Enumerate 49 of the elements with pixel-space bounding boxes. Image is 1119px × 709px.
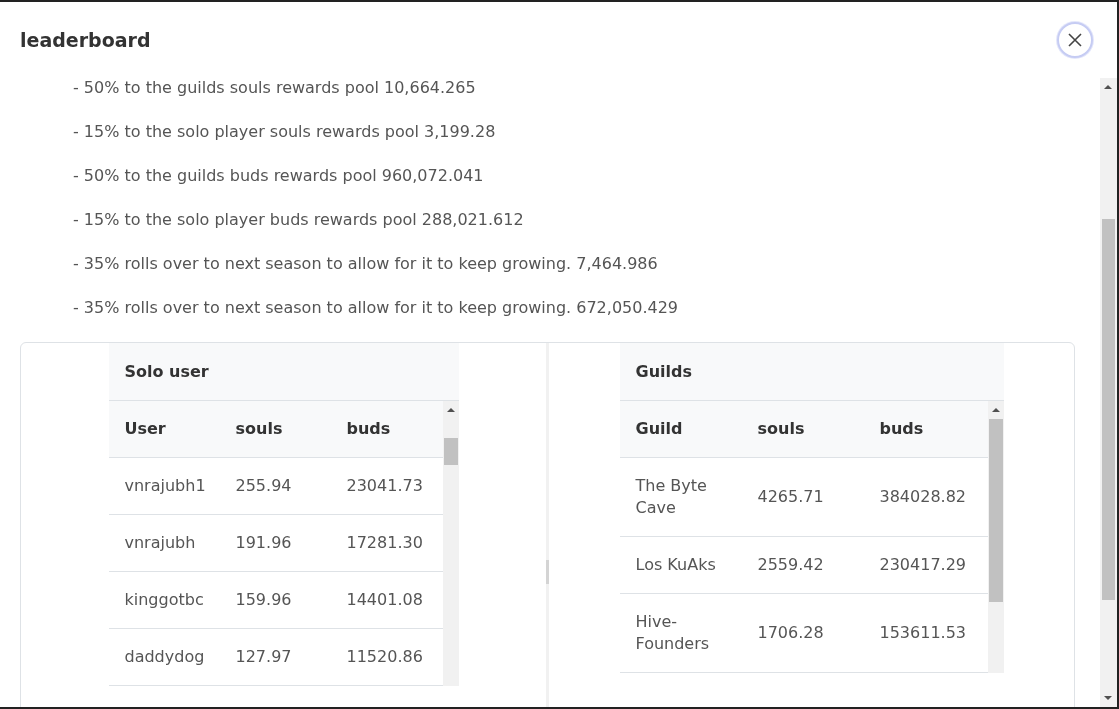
reward-line: - 50% to the guilds buds rewards pool 960,072.041 [73, 166, 484, 186]
column-header: buds [330, 401, 443, 457]
table-cell: kinggotbc [108, 571, 220, 628]
table-cell: 23041.73 [330, 457, 443, 514]
table-cell: 191.96 [219, 514, 331, 571]
table-cell: The Byte Cave [619, 457, 742, 536]
scrollbar-thumb[interactable] [1102, 219, 1115, 600]
scrollbar[interactable] [1100, 78, 1117, 707]
dialog-title: leaderboard [20, 29, 151, 51]
table-cell: 255.94 [219, 457, 331, 514]
column-header: souls [219, 401, 331, 457]
reward-line: - 15% to the solo player souls rewards pool 3,199.28 [73, 122, 496, 142]
scrollbar-thumb[interactable] [546, 560, 549, 584]
table-cell: vnrajubh1 [108, 457, 220, 514]
table-cell: 2559.42 [741, 536, 864, 593]
reward-line: - 35% rolls over to next season to allow for it to keep growing. 672,050.429 [73, 298, 679, 318]
table-cell: daddydog [108, 628, 220, 685]
table-cell: 17281.30 [330, 514, 443, 571]
table-cell: vnrajubh [108, 514, 220, 571]
table-cell: 4265.71 [741, 457, 864, 536]
scroll-down-arrow-icon[interactable] [1104, 696, 1112, 700]
table-title: Solo user [108, 343, 459, 401]
scrollbar[interactable] [987, 401, 1004, 673]
column-header: souls [741, 401, 864, 457]
column-header: buds [863, 401, 988, 457]
scroll-up-arrow-icon[interactable] [446, 408, 455, 412]
close-icon [1068, 33, 1082, 47]
scroll-up-arrow-icon[interactable] [1104, 85, 1112, 89]
table-cell: 159.96 [219, 571, 331, 628]
reward-line: - 50% to the guilds souls rewards pool 10,664.265 [73, 78, 476, 98]
column-header: User [108, 401, 220, 457]
reward-line: - 35% rolls over to next season to allow for it to keep growing. 7,464.986 [73, 254, 658, 274]
scrollbar-thumb[interactable] [443, 438, 458, 465]
table-cell: 11520.86 [330, 628, 443, 685]
reward-line: - 15% to the solo player buds rewards pool 288,021.612 [73, 210, 524, 230]
table-cell: 1706.28 [741, 593, 864, 672]
scrollbar-thumb[interactable] [988, 419, 1003, 602]
table-cell: 14401.08 [330, 571, 443, 628]
table-title: Guilds [619, 343, 1004, 401]
scrollbar[interactable] [442, 401, 459, 686]
table-cell: 153611.53 [863, 593, 988, 672]
table-cell: Los KuAks [619, 536, 742, 593]
table-cell: Hive-Founders [619, 593, 742, 672]
close-button[interactable] [1057, 22, 1093, 58]
table-cell: 230417.29 [863, 536, 988, 593]
table-cell: 127.97 [219, 628, 331, 685]
column-header: Guild [619, 401, 742, 457]
scroll-up-arrow-icon[interactable] [991, 408, 1000, 412]
table-cell: 384028.82 [863, 457, 988, 536]
